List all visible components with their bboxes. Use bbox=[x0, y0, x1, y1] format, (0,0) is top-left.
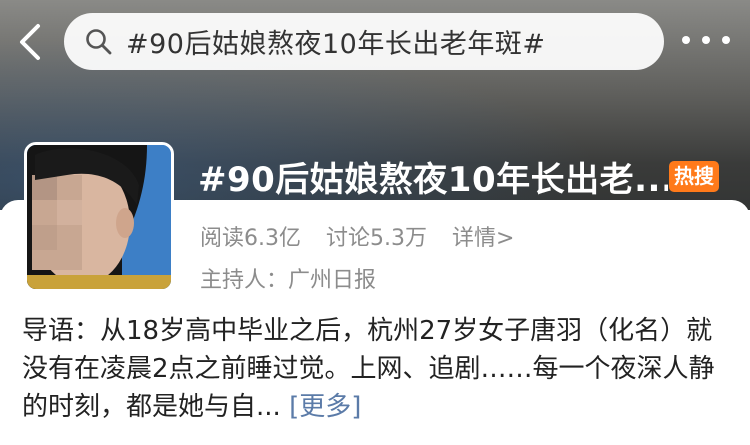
more-options-button[interactable] bbox=[682, 26, 730, 54]
person-photo-icon bbox=[27, 145, 171, 289]
read-count: 阅读6.3亿 bbox=[200, 226, 301, 251]
search-icon bbox=[86, 28, 112, 54]
intro-text: 导语：从18岁高中毕业之后，杭州27岁女子唐羽（化名）就没有在凌晨2点之前睡过觉… bbox=[22, 316, 715, 422]
chevron-left-icon bbox=[20, 24, 40, 60]
search-query-text: #90后姑娘熬夜10年长出老年斑# bbox=[126, 29, 546, 60]
discussion-count: 讨论5.3万 bbox=[326, 226, 427, 251]
hot-search-badge: 热搜 bbox=[669, 161, 719, 192]
back-button[interactable] bbox=[10, 18, 54, 66]
more-dot bbox=[682, 36, 690, 44]
more-dot bbox=[702, 36, 710, 44]
topic-host: 主持人：广州日报 bbox=[200, 268, 377, 293]
topic-cover-image[interactable] bbox=[24, 142, 174, 292]
search-bar[interactable]: #90后姑娘熬夜10年长出老年斑# bbox=[64, 13, 664, 70]
intro-more-link[interactable]: [更多] bbox=[289, 392, 361, 422]
topic-stats: 阅读6.3亿 讨论5.3万 详情> bbox=[200, 220, 514, 252]
topic-intro: 导语：从18岁高中毕业之后，杭州27岁女子唐羽（化名）就没有在凌晨2点之前睡过觉… bbox=[22, 312, 734, 426]
details-link[interactable]: 详情> bbox=[452, 226, 514, 251]
topic-title: #90后姑娘熬夜10年长出老... bbox=[198, 160, 668, 200]
more-dot bbox=[722, 36, 730, 44]
